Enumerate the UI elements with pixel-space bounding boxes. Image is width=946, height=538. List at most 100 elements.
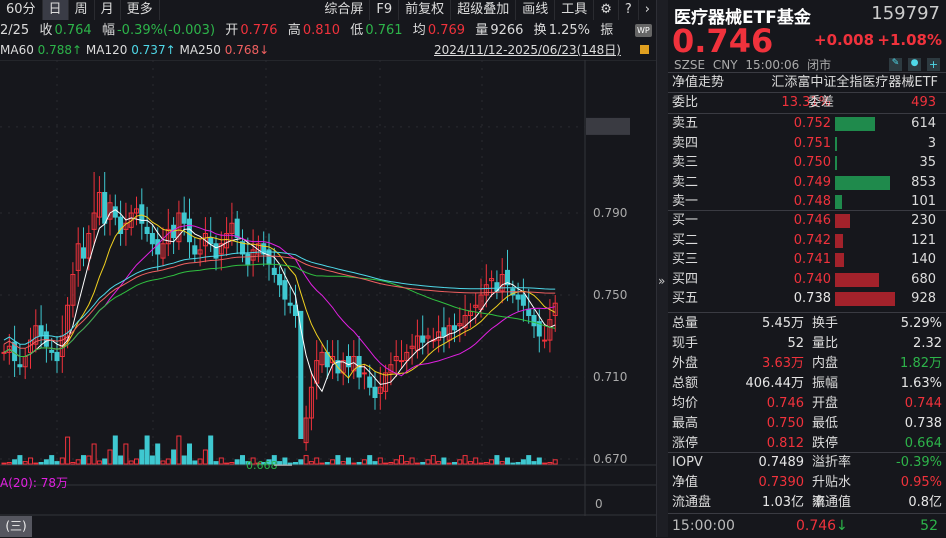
candle-body	[531, 315, 537, 327]
volume-bar	[367, 455, 373, 465]
volume-bar	[107, 449, 113, 465]
draw-button[interactable]: 画线	[516, 0, 556, 20]
volume-bar	[319, 462, 325, 465]
panel-toggle[interactable]: »	[656, 0, 668, 537]
volume-bar	[383, 462, 389, 465]
volume-bar	[102, 458, 108, 465]
level-label: 买一	[672, 213, 699, 228]
volume-bar	[33, 462, 39, 465]
wp-badge[interactable]: WP	[635, 24, 652, 37]
tools-button[interactable]: 工具	[555, 0, 595, 20]
candle-body	[271, 267, 277, 276]
help-icon[interactable]: ?	[619, 0, 639, 20]
bid-row[interactable]: 买二 0.742 121	[668, 231, 946, 251]
tab-60min[interactable]: 60分	[0, 0, 43, 20]
forward-adjust-button[interactable]: 前复权	[399, 0, 452, 20]
tab-week[interactable]: 周	[69, 0, 95, 20]
candle-body	[399, 360, 404, 363]
stat-label: 溢折率	[812, 455, 852, 470]
nav-trend-tab[interactable]: 净值走势	[672, 73, 724, 92]
bid-row[interactable]: 买一 0.746 230	[668, 211, 946, 231]
level-volume: 230	[911, 213, 936, 228]
candle-body	[102, 192, 108, 224]
candle-body	[1, 351, 7, 354]
volume-bar	[420, 462, 426, 465]
candle-info: 2/25 收 0.764 幅 -0.39%(-0.003) 开 0.776 高 0.81…	[0, 21, 615, 41]
ask-row[interactable]: 卖四 0.751 3	[668, 134, 946, 154]
candle-body	[526, 308, 532, 317]
ask-row[interactable]: 卖三 0.750 35	[668, 153, 946, 173]
stat-value: 1.63%	[900, 376, 942, 391]
kline-chart[interactable]: 0.8320.7900.7500.7100.670025-0225-0325-0…	[0, 60, 656, 516]
date-range[interactable]: 2024/11/12-2025/06/23(148日)	[434, 41, 621, 59]
volume-bar	[202, 449, 208, 465]
tab-month[interactable]: 月	[95, 0, 121, 20]
candle-body	[112, 206, 118, 218]
volume-bar	[835, 253, 844, 267]
volume-bar	[835, 292, 895, 306]
add-icon[interactable]: +	[927, 58, 940, 71]
volume-bar	[324, 462, 330, 465]
stat-value: 2.32	[913, 336, 942, 351]
volume-bar	[372, 461, 378, 465]
level-price: 0.750	[793, 155, 831, 170]
volume-bar	[452, 462, 457, 465]
stat-value: 1.03亿	[762, 495, 804, 510]
stat-label: 涨停	[672, 436, 699, 451]
label: 收	[39, 23, 53, 38]
tab-day[interactable]: 日	[42, 0, 69, 20]
volume-bar	[436, 461, 442, 465]
label: 开	[225, 23, 239, 38]
bid-row[interactable]: 买五 0.738 928	[668, 289, 946, 309]
volume-bar	[404, 461, 410, 465]
level-volume: 928	[911, 291, 936, 306]
stat-value: 0.744	[904, 396, 942, 411]
volume-bar	[86, 455, 92, 465]
candle-body	[192, 245, 198, 255]
tab-more[interactable]: 更多	[121, 0, 160, 20]
next-icon[interactable]: ›	[639, 0, 656, 20]
volume-bar	[128, 460, 134, 465]
price-change: +0.008	[814, 31, 875, 49]
f9-button[interactable]: F9	[370, 0, 400, 20]
overlay-button[interactable]: 超级叠加	[451, 0, 517, 20]
settings-icon[interactable]: ⚙	[594, 0, 619, 20]
candle-body	[81, 247, 86, 259]
ask-row[interactable]: 卖一 0.748 101	[668, 192, 946, 212]
candle-body	[367, 376, 373, 388]
volume-tick: 0	[595, 497, 603, 511]
volume-bar	[123, 443, 129, 465]
candle-body	[17, 364, 23, 368]
label: 委比	[672, 95, 699, 110]
bid-row[interactable]: 买四 0.740 680	[668, 270, 946, 290]
ask-row[interactable]: 卖二 0.749 853	[668, 173, 946, 193]
volume-bar	[75, 459, 81, 465]
tick-row: 15:00:00 0.746 ↓ 52	[668, 513, 946, 537]
ask-row[interactable]: 卖五 0.752 614	[668, 114, 946, 134]
lock-icon[interactable]	[640, 45, 649, 54]
volume-bar	[134, 458, 139, 465]
alert-icon[interactable]: ●	[908, 58, 921, 71]
stat-row: IOPV 0.7489 溢折率 -0.39%	[668, 453, 946, 473]
fund-full-name: 汇添富中证全指医疗器械ETF	[771, 75, 938, 90]
low-value: 0.761	[365, 23, 403, 38]
bid-row[interactable]: 买三 0.741 140	[668, 250, 946, 270]
stat-label: 振幅	[812, 376, 839, 391]
stat-label: 跌停	[812, 436, 839, 451]
period-button[interactable]: (三)	[0, 516, 32, 537]
chart-toolbar: 60分 日 周 月 更多 综合屏 F9 前复权 超级叠加 画线 工具 ⚙ ? ›	[0, 0, 656, 20]
volume-bar	[65, 436, 71, 465]
stat-label: 量比	[812, 336, 839, 351]
expand-icon[interactable]: »	[658, 274, 665, 288]
volume-bar	[43, 459, 49, 465]
volume-bar	[361, 459, 367, 465]
level-price: 0.751	[793, 135, 831, 151]
candle-body	[234, 218, 240, 239]
composite-screen-button[interactable]: 综合屏	[318, 0, 371, 20]
etf-table: IOPV 0.7489 溢折率 -0.39% 净值 0.7390 升贴水率 0.95% 流通盘 1…	[668, 452, 946, 513]
candle-body	[372, 386, 378, 398]
ma-legend: MA60 0.788↑ MA120 0.737↑ MA250 0.768↓	[0, 41, 269, 59]
level-label: 买二	[672, 232, 699, 248]
edit-icon[interactable]: ✎	[889, 58, 902, 71]
price-tick: 0.750	[593, 288, 627, 302]
